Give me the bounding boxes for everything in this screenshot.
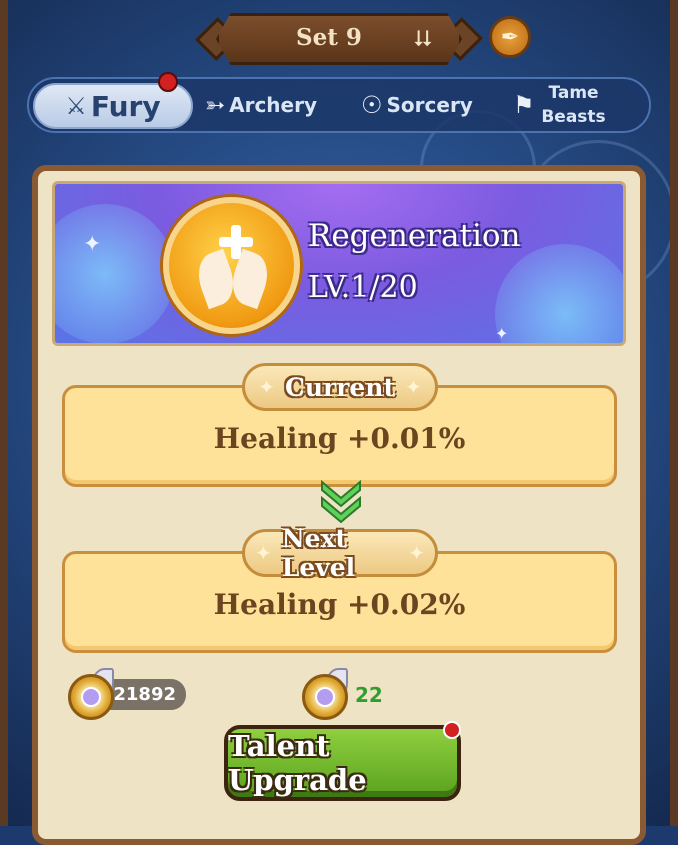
feather-button[interactable]: ✒	[489, 16, 531, 58]
coin-gem	[315, 687, 335, 707]
next-effect-value: Healing +0.02%	[213, 588, 466, 621]
tab-tame-beasts[interactable]: ⚑ Tame Beasts	[513, 79, 609, 131]
sparkle-icon: ✦	[495, 324, 509, 343]
banner-glow	[55, 204, 175, 343]
leaf-plus-icon	[163, 197, 300, 334]
talent-upgrade-button[interactable]: Talent Upgrade	[224, 725, 461, 801]
upgrade-cost: 22	[355, 683, 383, 707]
banner-glow	[495, 244, 623, 343]
tab-archery[interactable]: ➳ Archery	[205, 79, 317, 131]
next-header: ✦ Next Level ✦	[242, 524, 438, 582]
beast-icon: ⚑	[513, 91, 535, 119]
tab-sorcery[interactable]: ☉ Sorcery	[361, 79, 473, 131]
left-frame-edge	[0, 0, 8, 826]
magnifier-rune-icon: ☉	[361, 91, 383, 119]
sparkle-icon: ✦	[408, 541, 425, 565]
set-selector-label: Set 9	[296, 24, 362, 51]
bow-icon: ➳	[205, 91, 226, 119]
skill-level: LV.1/20	[308, 270, 418, 305]
double-chevron-down-icon	[321, 479, 361, 524]
sparkle-icon: ✦	[405, 375, 422, 399]
sparkle-icon: ✦	[258, 375, 275, 399]
sparkle-icon: ✦	[255, 541, 272, 565]
current-header: ✦ Current ✦	[242, 363, 438, 411]
tab-label: Fury	[90, 89, 161, 123]
next-title: Next Level	[281, 524, 356, 582]
coin-gem	[81, 687, 101, 707]
current-title: Current	[284, 372, 396, 402]
sword-icon: ⚔	[65, 92, 87, 120]
tab-label: Archery	[229, 93, 318, 117]
sparkle-icon: ✦	[83, 232, 102, 257]
tab-label: Sorcery	[386, 93, 473, 117]
talent-tabs: ⚔ Fury ➳ Archery ☉ Sorcery ⚑ Tame Beasts	[27, 77, 651, 133]
talent-coin-icon	[68, 674, 114, 720]
notification-dot	[443, 721, 461, 739]
talent-upgrade-label: Talent Upgrade	[228, 729, 367, 797]
chevron-down-icon: ⮇	[414, 27, 432, 52]
feather-icon: ✒	[500, 24, 520, 50]
current-effect-value: Healing +0.01%	[213, 422, 466, 455]
set-selector[interactable]: Set 9 ⮇	[195, 13, 483, 65]
notification-dot	[158, 72, 178, 92]
talent-coin-icon	[302, 674, 348, 720]
skill-banner: ✦ ✦ ✦	[52, 181, 626, 346]
skill-name: Regeneration	[308, 218, 521, 254]
tab-label: Tame Beasts	[541, 83, 606, 127]
right-frame-edge	[670, 0, 678, 826]
